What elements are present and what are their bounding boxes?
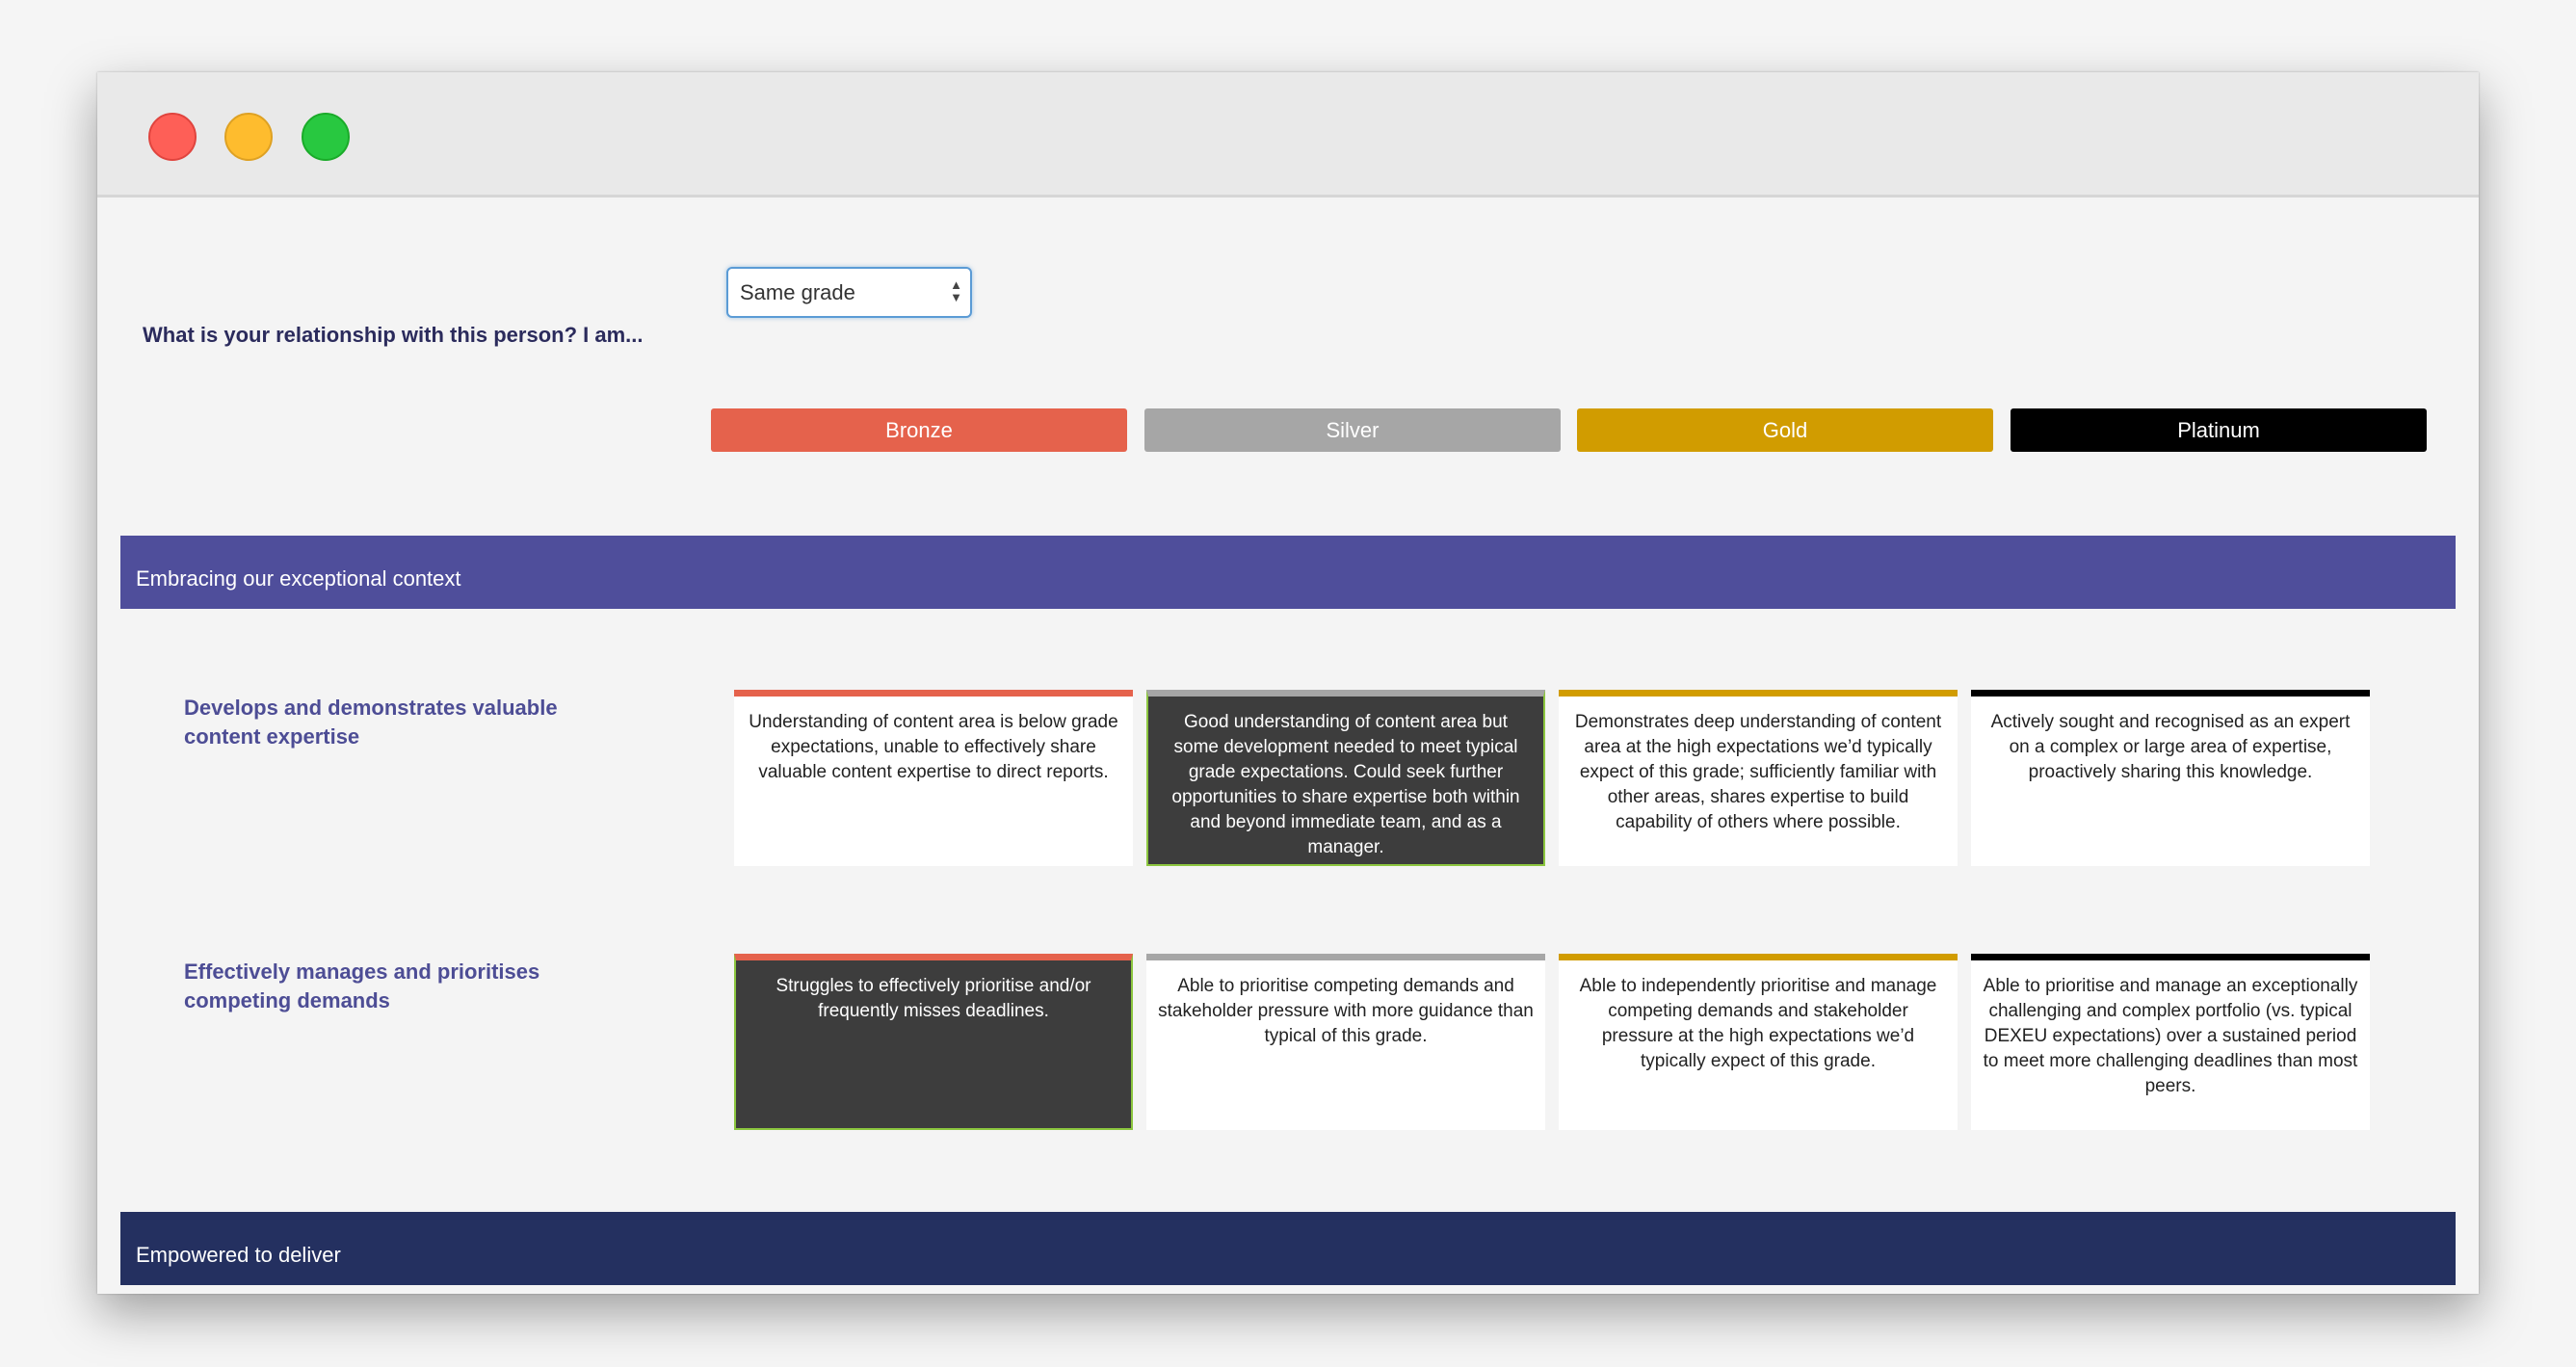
relationship-select[interactable]: Same grade ▲ ▼ — [726, 267, 972, 318]
tier-bronze-button[interactable]: Bronze — [711, 408, 1127, 452]
level-card-content-expertise-bronze[interactable]: Understanding of content area is below g… — [734, 690, 1133, 866]
zoom-window-button[interactable] — [302, 113, 350, 161]
close-window-button[interactable] — [148, 113, 197, 161]
section-header-embracing-context: Embracing our exceptional context — [120, 536, 2456, 609]
level-card-manages-demands-silver[interactable]: Able to prioritise competing demands and… — [1146, 954, 1545, 1130]
level-card-content-expertise-platinum[interactable]: Actively sought and recognised as an exp… — [1971, 690, 2370, 866]
tier-platinum-button[interactable]: Platinum — [2011, 408, 2427, 452]
behaviour-label-content-expertise: Develops and demonstrates valuable conte… — [184, 696, 558, 749]
level-card-manages-demands-platinum[interactable]: Able to prioritise and manage an excepti… — [1971, 954, 2370, 1130]
title-bar — [97, 72, 2479, 197]
level-card-content-expertise-silver[interactable]: Good understanding of content area but s… — [1146, 690, 1545, 866]
section-header-empowered-to-deliver: Empowered to deliver — [120, 1212, 2456, 1285]
level-card-manages-demands-gold[interactable]: Able to independently prioritise and man… — [1559, 954, 1958, 1130]
relationship-question-label: What is your relationship with this pers… — [143, 323, 644, 347]
level-card-manages-demands-bronze[interactable]: Struggles to effectively prioritise and/… — [734, 954, 1133, 1130]
tier-silver-button[interactable]: Silver — [1144, 408, 1561, 452]
up-down-arrows-icon: ▲ ▼ — [950, 277, 962, 304]
app-window: What is your relationship with this pers… — [97, 72, 2479, 1294]
level-card-content-expertise-gold[interactable]: Demonstrates deep understanding of conte… — [1559, 690, 1958, 866]
minimize-window-button[interactable] — [224, 113, 273, 161]
behaviour-label-manages-demands: Effectively manages and prioritises comp… — [184, 960, 540, 1012]
relationship-select-value: Same grade — [740, 280, 855, 304]
tier-gold-button[interactable]: Gold — [1577, 408, 1993, 452]
